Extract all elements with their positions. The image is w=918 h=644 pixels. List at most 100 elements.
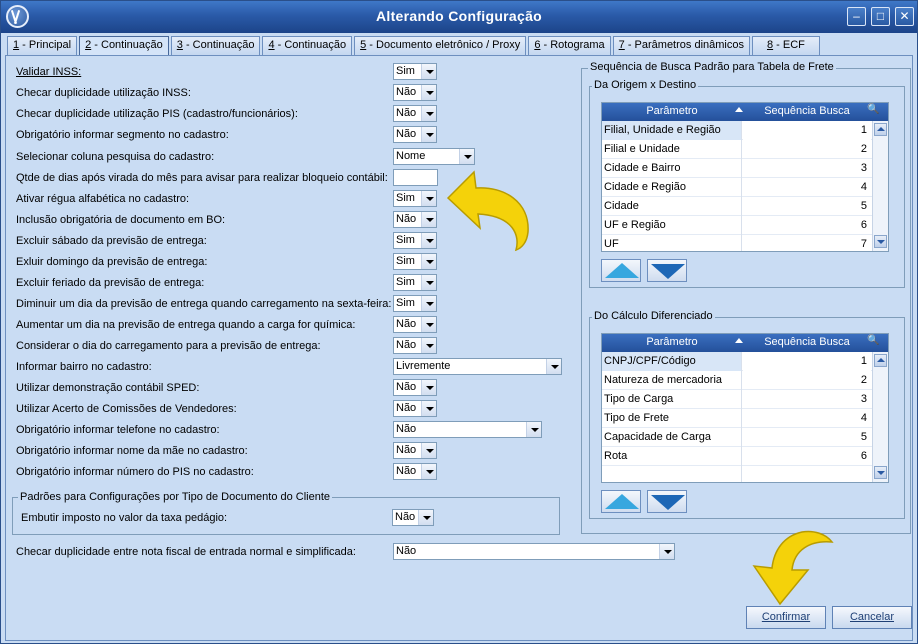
table-row[interactable]: Tipo de Carga 3 [602, 390, 872, 409]
setting-combo[interactable]: Não [393, 84, 437, 101]
validar-inss-combo[interactable]: Sim [393, 63, 437, 80]
table-row[interactable]: Rota 6 [602, 447, 872, 466]
chevron-down-icon[interactable] [421, 106, 436, 121]
pesquisa-coluna-combo[interactable]: Nome [393, 148, 475, 165]
chevron-down-icon[interactable] [421, 191, 436, 206]
telefone-cadastro-combo[interactable]: Não [393, 421, 542, 438]
setting-combo[interactable]: Não [393, 316, 437, 333]
scroll-up-icon[interactable] [874, 123, 887, 136]
setting-combo[interactable]: Sim [393, 253, 437, 270]
grid-tools-icon[interactable]: 🔍 [867, 104, 887, 120]
table-row[interactable]: Cidade e Bairro 3 [602, 159, 872, 178]
table-row[interactable]: Capacidade de Carga 5 [602, 428, 872, 447]
setting-combo[interactable]: Não [393, 463, 437, 480]
scroll-down-icon[interactable] [874, 466, 887, 479]
doc-type-group-title: Padrões para Configurações por Tipo de D… [18, 491, 333, 503]
setting-combo[interactable]: Não [393, 442, 437, 459]
origem-move-down-button[interactable] [647, 259, 687, 282]
confirm-button[interactable]: Confirmar [746, 606, 826, 629]
chevron-down-icon[interactable] [421, 275, 436, 290]
chevron-down-icon[interactable] [421, 254, 436, 269]
chevron-down-icon[interactable] [421, 296, 436, 311]
setting-label: Utilizar demonstração contábil SPED: [16, 382, 200, 394]
scroll-up-icon[interactable] [874, 354, 887, 367]
scroll-down-icon[interactable] [874, 235, 887, 248]
table-row[interactable]: UF 7 [602, 235, 872, 251]
tab-continuacao-4[interactable]: 4 - Continuação [262, 36, 353, 55]
nf-duplicidade-combo[interactable]: Não [393, 543, 675, 560]
maximize-button[interactable]: □ [871, 7, 890, 26]
search-sequence-title: Sequência de Busca Padrão para Tabela de… [588, 61, 836, 73]
title-bar: Alterando Configuração – □ ✕ [1, 1, 917, 33]
chevron-down-icon[interactable] [421, 464, 436, 479]
chevron-down-icon[interactable] [421, 233, 436, 248]
setting-combo[interactable]: Não [393, 337, 437, 354]
config-window: Alterando Configuração – □ ✕ 1 - Princip… [0, 0, 918, 644]
table-row[interactable]: Cidade e Região 4 [602, 178, 872, 197]
chevron-down-icon[interactable] [421, 64, 436, 79]
setting-label: Informar bairro no cadastro: [16, 361, 152, 373]
col-sequencia[interactable]: Sequência Busca [743, 336, 871, 348]
table-row[interactable]: CNPJ/CPF/Código 1 [602, 352, 872, 371]
grid-header: Parâmetro Sequência Busca 🔍 [602, 334, 888, 352]
dias-bloqueio-input[interactable] [393, 169, 438, 186]
chevron-down-icon[interactable] [421, 338, 436, 353]
col-sequencia[interactable]: Sequência Busca [743, 105, 871, 117]
tab-panel: Validar INSS: Sim Checar duplicidade uti… [5, 55, 913, 641]
grid-tools-icon[interactable]: 🔍 [867, 335, 887, 351]
setting-combo[interactable]: Sim [393, 232, 437, 249]
calculo-scrollbar[interactable] [872, 352, 888, 482]
bairro-cadastro-combo[interactable]: Livremente [393, 358, 562, 375]
setting-combo[interactable]: Não [393, 379, 437, 396]
setting-label: Utilizar Acerto de Comissões de Vendedor… [16, 403, 237, 415]
table-row[interactable]: Filial, Unidade e Região 1 [602, 121, 872, 140]
chevron-down-icon[interactable] [421, 127, 436, 142]
tab-documento-eletronico[interactable]: 5 - Documento eletrônico / Proxy [354, 36, 527, 55]
setting-combo[interactable]: Não [393, 126, 437, 143]
tab-principal[interactable]: 1 - Principal [7, 36, 78, 55]
chevron-down-icon[interactable] [418, 510, 433, 525]
chevron-down-icon[interactable] [421, 443, 436, 458]
minimize-button[interactable]: – [847, 7, 866, 26]
pedagio-label: Embutir imposto no valor da taxa pedágio… [21, 512, 228, 524]
setting-combo[interactable]: Não [393, 400, 437, 417]
close-button[interactable]: ✕ [895, 7, 914, 26]
chevron-down-icon[interactable] [421, 85, 436, 100]
cancel-button[interactable]: Cancelar [832, 606, 912, 629]
table-row[interactable]: Filial e Unidade 2 [602, 140, 872, 159]
grid-header: Parâmetro Sequência Busca 🔍 [602, 103, 888, 121]
setting-combo[interactable]: Sim [393, 190, 437, 207]
setting-combo[interactable]: Sim [393, 274, 437, 291]
tab-continuacao-2[interactable]: 2 - Continuação [79, 36, 169, 56]
calculo-move-up-button[interactable] [601, 490, 641, 513]
origem-scrollbar[interactable] [872, 121, 888, 251]
pedagio-combo[interactable]: Não [392, 509, 434, 526]
chevron-down-icon[interactable] [421, 380, 436, 395]
chevron-down-icon[interactable] [546, 359, 561, 374]
chevron-down-icon[interactable] [659, 544, 674, 559]
chevron-down-icon[interactable] [421, 401, 436, 416]
table-row[interactable]: Tipo de Frete 4 [602, 409, 872, 428]
callout-arrow-icon [752, 530, 834, 606]
col-parametro[interactable]: Parâmetro [602, 105, 742, 117]
setting-combo[interactable]: Não [393, 105, 437, 122]
chevron-down-icon[interactable] [459, 149, 474, 164]
table-row[interactable] [602, 466, 872, 482]
origem-move-up-button[interactable] [601, 259, 641, 282]
chevron-down-icon[interactable] [421, 317, 436, 332]
col-parametro[interactable]: Parâmetro [602, 336, 742, 348]
chevron-down-icon[interactable] [421, 212, 436, 227]
tab-ecf[interactable]: 8 - ECF [751, 36, 820, 55]
calculo-grid: Parâmetro Sequência Busca 🔍 CNPJ/CPF/Cód… [601, 333, 889, 483]
table-row[interactable]: UF e Região 6 [602, 216, 872, 235]
callout-arrow-icon [446, 170, 529, 252]
setting-combo[interactable]: Não [393, 211, 437, 228]
table-row[interactable]: Natureza de mercadoria 2 [602, 371, 872, 390]
chevron-down-icon[interactable] [526, 422, 541, 437]
calculo-move-down-button[interactable] [647, 490, 687, 513]
tab-continuacao-3[interactable]: 3 - Continuação [170, 36, 261, 55]
table-row[interactable]: Cidade 5 [602, 197, 872, 216]
tab-parametros-dinamicos[interactable]: 7 - Parâmetros dinâmicos [612, 36, 750, 55]
setting-combo[interactable]: Sim [393, 295, 437, 312]
tab-rotograma[interactable]: 6 - Rotograma [528, 36, 611, 55]
